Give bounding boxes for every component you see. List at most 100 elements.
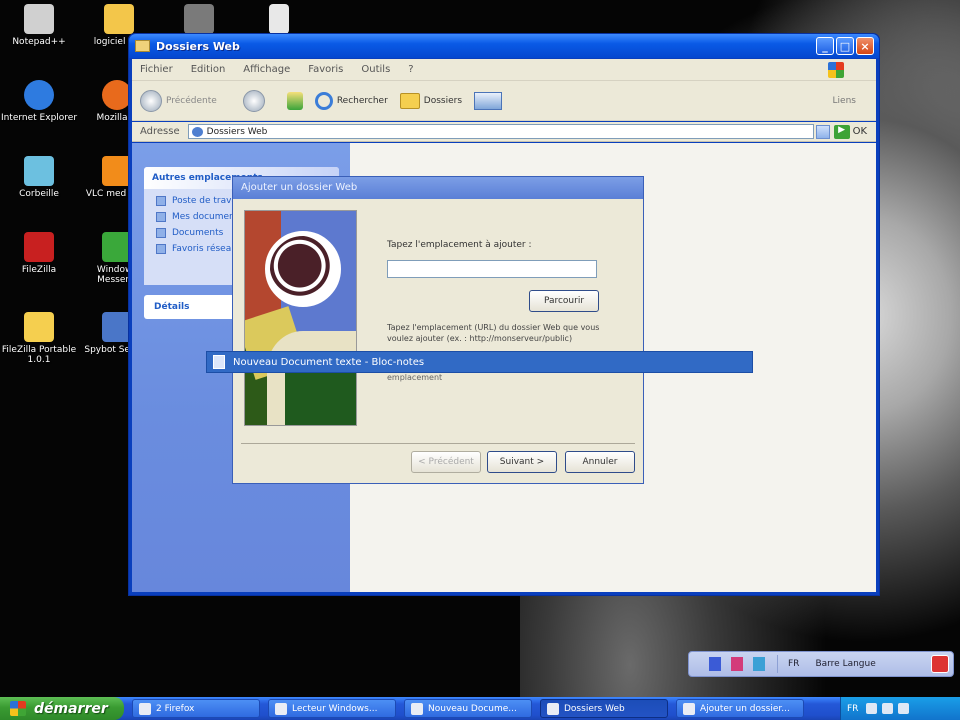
desktop-icon-label: FileZilla (21, 265, 57, 275)
location-input[interactable] (387, 260, 597, 278)
search-icon (314, 91, 333, 110)
desktop-icon-notepadpp[interactable]: Notepad++ (0, 4, 78, 47)
taskbar-button-label: Lecteur Windows... (292, 703, 378, 714)
close-button[interactable]: × (856, 37, 874, 55)
menu-edit[interactable]: Edition (191, 64, 226, 75)
lang-tool-icon[interactable] (731, 657, 743, 671)
browse-button[interactable]: Parcourir (529, 290, 599, 312)
taskbar-button-notepad[interactable]: Nouveau Docume... (404, 699, 532, 718)
lang-tool-icon[interactable] (709, 657, 721, 671)
go-button[interactable]: OK (853, 126, 867, 137)
network-icon[interactable] (882, 703, 894, 714)
menu-bar: Fichier Edition Affichage Favoris Outils… (132, 59, 876, 81)
folders-label: Dossiers (423, 95, 463, 106)
wizard-illustration (244, 210, 357, 426)
dialog-title[interactable]: Ajouter un dossier Web (233, 177, 643, 199)
folders-button[interactable]: Dossiers (399, 92, 463, 109)
notepad-icon (213, 355, 225, 369)
computer-icon (156, 196, 166, 206)
internet-explorer-icon (24, 80, 54, 110)
folder-up-icon (286, 91, 303, 110)
menu-tools[interactable]: Outils (361, 64, 390, 75)
desktop-icon-label: Corbeille (19, 189, 59, 199)
maximize-button[interactable]: □ (836, 37, 854, 55)
desktop-icon-label: Notepad++ (12, 37, 66, 47)
document-icon (269, 4, 289, 34)
minimize-button[interactable]: _ (816, 37, 834, 55)
task-link-label: Favoris réseau (172, 244, 237, 254)
menu-help[interactable]: ? (408, 64, 413, 75)
taskbar-button-media-player[interactable]: Lecteur Windows... (268, 699, 396, 718)
toolbar: Précédente Rechercher Dossiers Liens (132, 81, 876, 121)
globe-icon (265, 231, 341, 307)
search-button[interactable]: Rechercher (314, 91, 388, 110)
language-bar-label[interactable]: Barre Langue (815, 659, 875, 669)
folder-icon (24, 312, 54, 342)
network-icon (156, 244, 166, 254)
views-icon (474, 91, 503, 110)
language-indicator[interactable]: FR (788, 659, 799, 669)
highlighted-caption-text: Nouveau Document texte - Bloc-notes (233, 356, 425, 368)
address-dropdown-button[interactable] (815, 124, 830, 139)
taskbar-button-label: 2 Firefox (156, 703, 195, 714)
back-arrow-icon (140, 89, 162, 112)
desktop-icon-label: Internet Explorer (0, 113, 78, 123)
taskbar-button-label: Dossiers Web (564, 703, 625, 714)
folder-icon (104, 4, 134, 34)
desktop-icon-internet-explorer[interactable]: Internet Explorer (0, 80, 78, 123)
security-icon[interactable] (898, 703, 910, 714)
cancel-button[interactable]: Annuler (565, 451, 635, 473)
web-folder-icon (191, 126, 203, 137)
add-web-folder-dialog: Ajouter un dossier Web Tapez l'emplaceme… (232, 176, 644, 484)
address-value: Dossiers Web (206, 126, 268, 137)
previous-button[interactable]: < Précédent (411, 451, 481, 473)
address-input[interactable]: Dossiers Web (187, 124, 814, 139)
taskbar-button-web-folders[interactable]: Dossiers Web (540, 699, 668, 718)
forward-button[interactable] (242, 89, 265, 112)
folder-icon (683, 702, 695, 715)
back-button[interactable]: Précédente (140, 89, 217, 112)
tray-language[interactable]: FR (847, 704, 858, 714)
lang-bar-separator (777, 655, 778, 673)
up-button[interactable] (286, 91, 303, 110)
location-prompt: Tapez l'emplacement à ajouter : (387, 240, 532, 250)
filezilla-icon (24, 232, 54, 262)
menu-view[interactable]: Affichage (243, 64, 290, 75)
windows-logo-icon (10, 701, 26, 716)
desktop-icon-filezilla-portable[interactable]: FileZilla Portable 1.0.1 (0, 312, 78, 365)
notepadpp-icon (24, 4, 54, 34)
notepad-icon (411, 702, 423, 715)
address-label: Adresse (140, 126, 180, 137)
taskbar-button-firefox[interactable]: 2 Firefox (132, 699, 260, 718)
go-arrow-icon[interactable]: ▶ (833, 124, 850, 139)
folder-icon (547, 702, 559, 715)
system-tray: FR (840, 697, 960, 720)
folder-icon (156, 228, 166, 238)
taskbar-button-label: Ajouter un dossier... (700, 703, 790, 714)
links-label[interactable]: Liens (833, 96, 856, 106)
back-label: Précédente (166, 95, 217, 106)
menu-favorites[interactable]: Favoris (308, 64, 343, 75)
desktop-icon-recycle-bin[interactable]: Corbeille (0, 156, 78, 199)
views-button[interactable] (474, 91, 503, 110)
menu-file[interactable]: Fichier (140, 64, 173, 75)
folders-icon (399, 92, 420, 109)
window-title: Dossiers Web (156, 39, 240, 53)
recycle-bin-icon (24, 156, 54, 186)
desktop-icon-filezilla[interactable]: FileZilla (0, 232, 78, 275)
explorer-titlebar[interactable]: Dossiers Web _ □ × (129, 34, 879, 58)
satellite-icon (184, 4, 214, 34)
documents-folder-icon (156, 212, 166, 222)
taskbar-button-label: Nouveau Docume... (428, 703, 517, 714)
highlighted-task-caption[interactable]: Nouveau Document texte - Bloc-notes (206, 351, 753, 373)
windows-logo-icon (828, 62, 844, 78)
taskbar-button-add-web-folder[interactable]: Ajouter un dossier... (676, 699, 804, 718)
lang-tool-icon[interactable] (753, 657, 765, 671)
desktop-icon-label: FileZilla Portable 1.0.1 (1, 345, 77, 365)
next-button[interactable]: Suivant > (487, 451, 557, 473)
start-button[interactable]: démarrer (0, 697, 124, 720)
address-bar: Adresse Dossiers Web ▶ OK (132, 122, 876, 142)
volume-icon[interactable] (866, 703, 878, 714)
language-bar-options-icon[interactable] (931, 655, 949, 673)
folder-icon (135, 40, 150, 52)
